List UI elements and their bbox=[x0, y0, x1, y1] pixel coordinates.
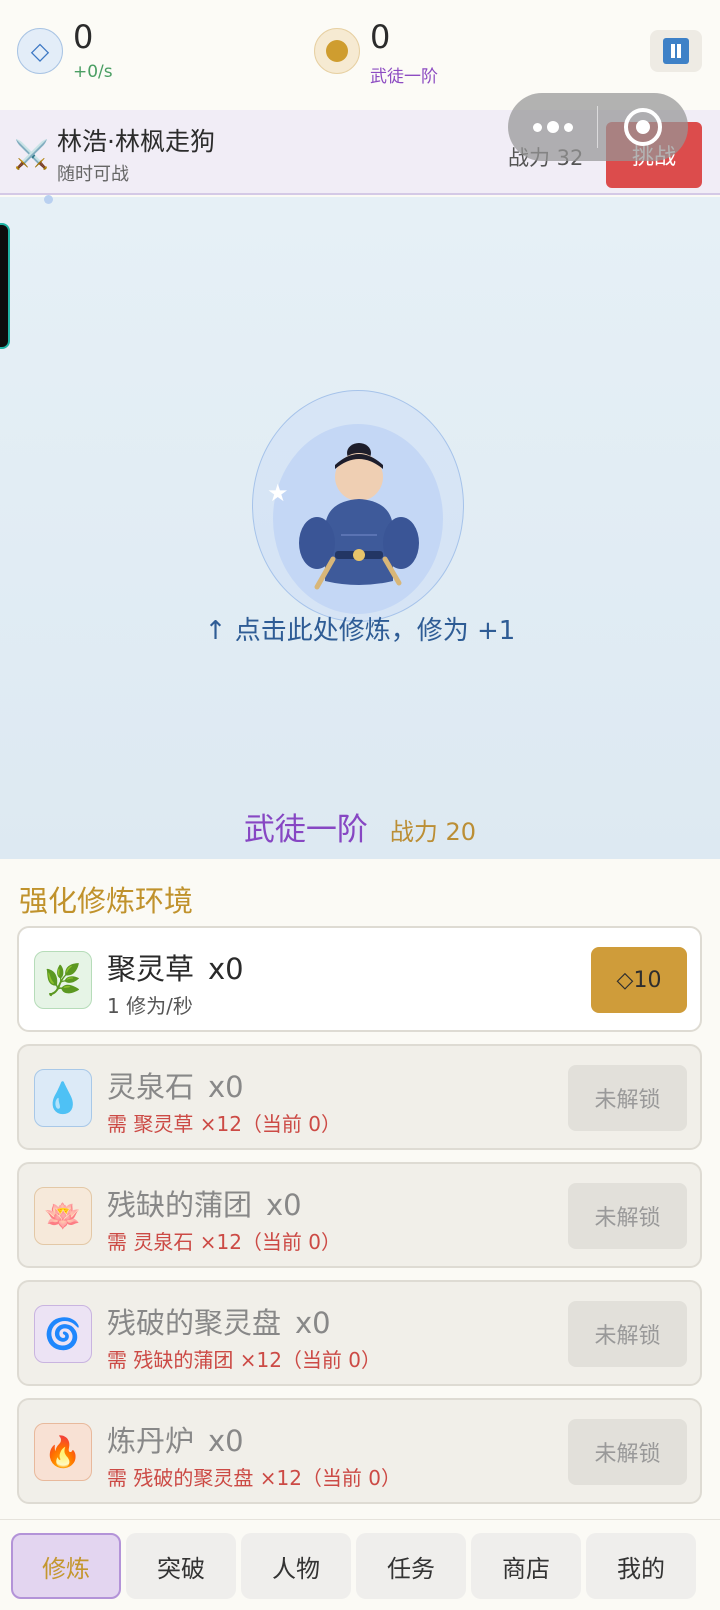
upgrade-count: x0 bbox=[208, 952, 244, 986]
spark-particle bbox=[44, 195, 53, 204]
nav-tab-character[interactable]: 人物 bbox=[241, 1533, 351, 1599]
upgrade-desc: 需 残缺的蒲团 ×12（当前 0） bbox=[107, 1348, 382, 1372]
cultivation-stage: ★ ↑ 点击此处修炼，修为 +1 武徒一阶 战力 20 bbox=[0, 195, 720, 859]
cultivator-avatar bbox=[299, 443, 419, 590]
target-icon[interactable] bbox=[598, 108, 688, 146]
coin-value: 0 bbox=[370, 18, 391, 56]
rank-label: 武徒一阶 bbox=[370, 67, 438, 87]
upgrade-count: x0 bbox=[266, 1188, 302, 1222]
upgrade-count: x0 bbox=[208, 1070, 244, 1104]
opponent-name: 林浩·林枫走狗 bbox=[57, 127, 215, 156]
upgrade-name-text: 残破的聚灵盘 bbox=[107, 1306, 282, 1340]
upgrade-name: 残缺的蒲团 x0 bbox=[107, 1182, 302, 1224]
upgrade-desc: 1 修为/秒 bbox=[107, 994, 193, 1018]
upgrades-title: 强化修炼环境 bbox=[19, 884, 194, 918]
cultivate-tap-area[interactable]: ★ bbox=[252, 390, 464, 622]
pause-button[interactable] bbox=[650, 30, 702, 72]
buy-price: ◇10 bbox=[616, 967, 662, 993]
lingshi-rate: +0/s bbox=[73, 62, 113, 82]
upgrade-count: x0 bbox=[295, 1306, 331, 1340]
upgrade-name: 聚灵草 x0 bbox=[107, 946, 244, 988]
locked-button[interactable]: 未解锁 bbox=[568, 1183, 687, 1249]
upgrade-item: 🌀 残破的聚灵盘 x0 需 残缺的蒲团 ×12（当前 0） 未解锁 bbox=[17, 1280, 702, 1386]
upgrade-desc: 需 残破的聚灵盘 ×12（当前 0） bbox=[107, 1466, 402, 1490]
fire-icon: 🔥 bbox=[34, 1423, 92, 1481]
upgrade-item: 🪷 残缺的蒲团 x0 需 灵泉石 ×12（当前 0） 未解锁 bbox=[17, 1162, 702, 1268]
nav-tab-cultivate[interactable]: 修炼 bbox=[11, 1533, 121, 1599]
upgrade-name: 残破的聚灵盘 x0 bbox=[107, 1300, 331, 1342]
herb-icon: 🌿 bbox=[34, 951, 92, 1009]
coin-icon bbox=[314, 28, 360, 74]
locked-button[interactable]: 未解锁 bbox=[568, 1301, 687, 1367]
star-icon: ★ bbox=[267, 479, 289, 507]
upgrade-name-text: 残缺的蒲团 bbox=[107, 1188, 253, 1222]
upgrade-name-text: 聚灵草 bbox=[107, 952, 195, 986]
realm-label: 武徒一阶 bbox=[243, 812, 368, 848]
lotus-icon: 🪷 bbox=[34, 1187, 92, 1245]
upgrade-item: 🔥 炼丹炉 x0 需 残破的聚灵盘 ×12（当前 0） 未解锁 bbox=[17, 1398, 702, 1504]
upgrade-item: 🌿 聚灵草 x0 1 修为/秒 ◇10 bbox=[17, 926, 702, 1032]
lingshi-value: 0 bbox=[73, 18, 94, 56]
upgrade-name: 灵泉石 x0 bbox=[107, 1064, 244, 1106]
locked-button[interactable]: 未解锁 bbox=[568, 1419, 687, 1485]
upgrade-count: x0 bbox=[208, 1424, 244, 1458]
upgrade-desc: 需 聚灵草 ×12（当前 0） bbox=[107, 1112, 342, 1136]
more-dots-icon[interactable] bbox=[508, 121, 597, 133]
lingshi-resource: ◇ 0 +0/s bbox=[17, 20, 113, 82]
crossed-swords-icon: ⚔️ bbox=[14, 138, 49, 171]
pause-icon bbox=[663, 38, 689, 64]
locked-button[interactable]: 未解锁 bbox=[568, 1065, 687, 1131]
nav-tab-shop[interactable]: 商店 bbox=[471, 1533, 581, 1599]
nav-tab-tasks[interactable]: 任务 bbox=[356, 1533, 466, 1599]
diamond-icon: ◇ bbox=[17, 28, 63, 74]
coin-resource: 0 武徒一阶 bbox=[314, 20, 438, 87]
tap-hint: ↑ 点击此处修炼，修为 +1 bbox=[204, 616, 516, 646]
realm-row: 武徒一阶 战力 20 bbox=[0, 804, 720, 849]
nav-tab-profile[interactable]: 我的 bbox=[586, 1533, 696, 1599]
upgrade-name-text: 炼丹炉 bbox=[107, 1424, 195, 1458]
side-drawer-tab[interactable] bbox=[0, 223, 10, 349]
spiral-icon: 🌀 bbox=[34, 1305, 92, 1363]
upgrade-desc: 需 灵泉石 ×12（当前 0） bbox=[107, 1230, 342, 1254]
water-drop-icon: 💧 bbox=[34, 1069, 92, 1127]
buy-button[interactable]: ◇10 bbox=[591, 947, 687, 1013]
upgrade-name: 炼丹炉 x0 bbox=[107, 1418, 244, 1460]
upgrade-item: 💧 灵泉石 x0 需 聚灵草 ×12（当前 0） 未解锁 bbox=[17, 1044, 702, 1150]
player-power: 战力 20 bbox=[389, 818, 477, 846]
nav-tab-breakthrough[interactable]: 突破 bbox=[126, 1533, 236, 1599]
opponent-status: 随时可战 bbox=[57, 164, 129, 185]
bottom-nav: 修炼 突破 人物 任务 商店 我的 bbox=[0, 1519, 720, 1610]
upgrade-name-text: 灵泉石 bbox=[107, 1070, 195, 1104]
miniprogram-capsule bbox=[508, 93, 688, 161]
